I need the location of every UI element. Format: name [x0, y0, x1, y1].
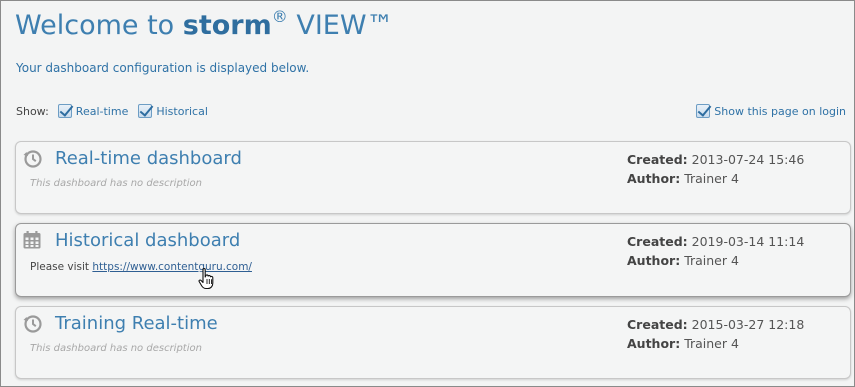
dashboard-meta: Created: 2019-03-14 11:14 Author: Traine… — [627, 234, 805, 268]
checkbox-checked-icon — [138, 104, 153, 118]
dashboard-description: Please visit https://www.contentguru.com… — [30, 261, 252, 273]
page-subtitle: Your dashboard configuration is displaye… — [16, 61, 310, 75]
dashboard-card-training[interactable]: Training Real-time This dashboard has no… — [15, 306, 851, 379]
author-name: Trainer 4 — [684, 171, 739, 186]
dashboard-description: This dashboard has no description — [30, 343, 202, 354]
dashboard-meta: Created: 2013-07-24 15:46 Author: Traine… — [627, 152, 805, 186]
author-name: Trainer 4 — [684, 253, 739, 268]
dashboard-meta: Created: 2015-03-27 12:18 Author: Traine… — [627, 317, 805, 351]
checkbox-checked-icon — [57, 104, 72, 118]
historical-checkbox[interactable]: Historical — [138, 104, 208, 118]
window: Welcome to storm® VIEW™ Your dashboard c… — [0, 0, 855, 387]
realtime-checkbox[interactable]: Real-time — [57, 104, 128, 118]
show-on-login-checkbox[interactable]: Show this page on login — [696, 104, 846, 118]
hand-pointer-cursor-icon — [198, 267, 214, 290]
dashboard-card-historical[interactable]: Historical dashboard Please visit https:… — [15, 223, 851, 297]
created-date: 2013-07-24 15:46 — [691, 152, 805, 167]
author-name: Trainer 4 — [684, 336, 739, 351]
dashboard-title[interactable]: Training Real-time — [55, 313, 218, 334]
dashboard-title[interactable]: Real-time dashboard — [55, 148, 242, 169]
show-label: Show: — [16, 104, 49, 118]
checkbox-checked-icon — [696, 104, 711, 118]
created-date: 2019-03-14 11:14 — [691, 234, 805, 249]
clock-history-icon — [23, 150, 42, 168]
brand-name: storm — [182, 10, 272, 41]
dashboard-title[interactable]: Historical dashboard — [55, 230, 240, 251]
filter-row: Show: Real-time Historical — [16, 104, 218, 118]
created-date: 2015-03-27 12:18 — [691, 317, 805, 332]
website-link[interactable]: https://www.contentguru.com/ — [92, 261, 252, 273]
calendar-icon — [23, 231, 41, 249]
dashboard-description: This dashboard has no description — [30, 178, 202, 189]
clock-history-icon — [23, 315, 42, 333]
dashboard-card-realtime[interactable]: Real-time dashboard This dashboard has n… — [15, 141, 851, 214]
page-title: Welcome to storm® VIEW™ — [15, 7, 394, 41]
